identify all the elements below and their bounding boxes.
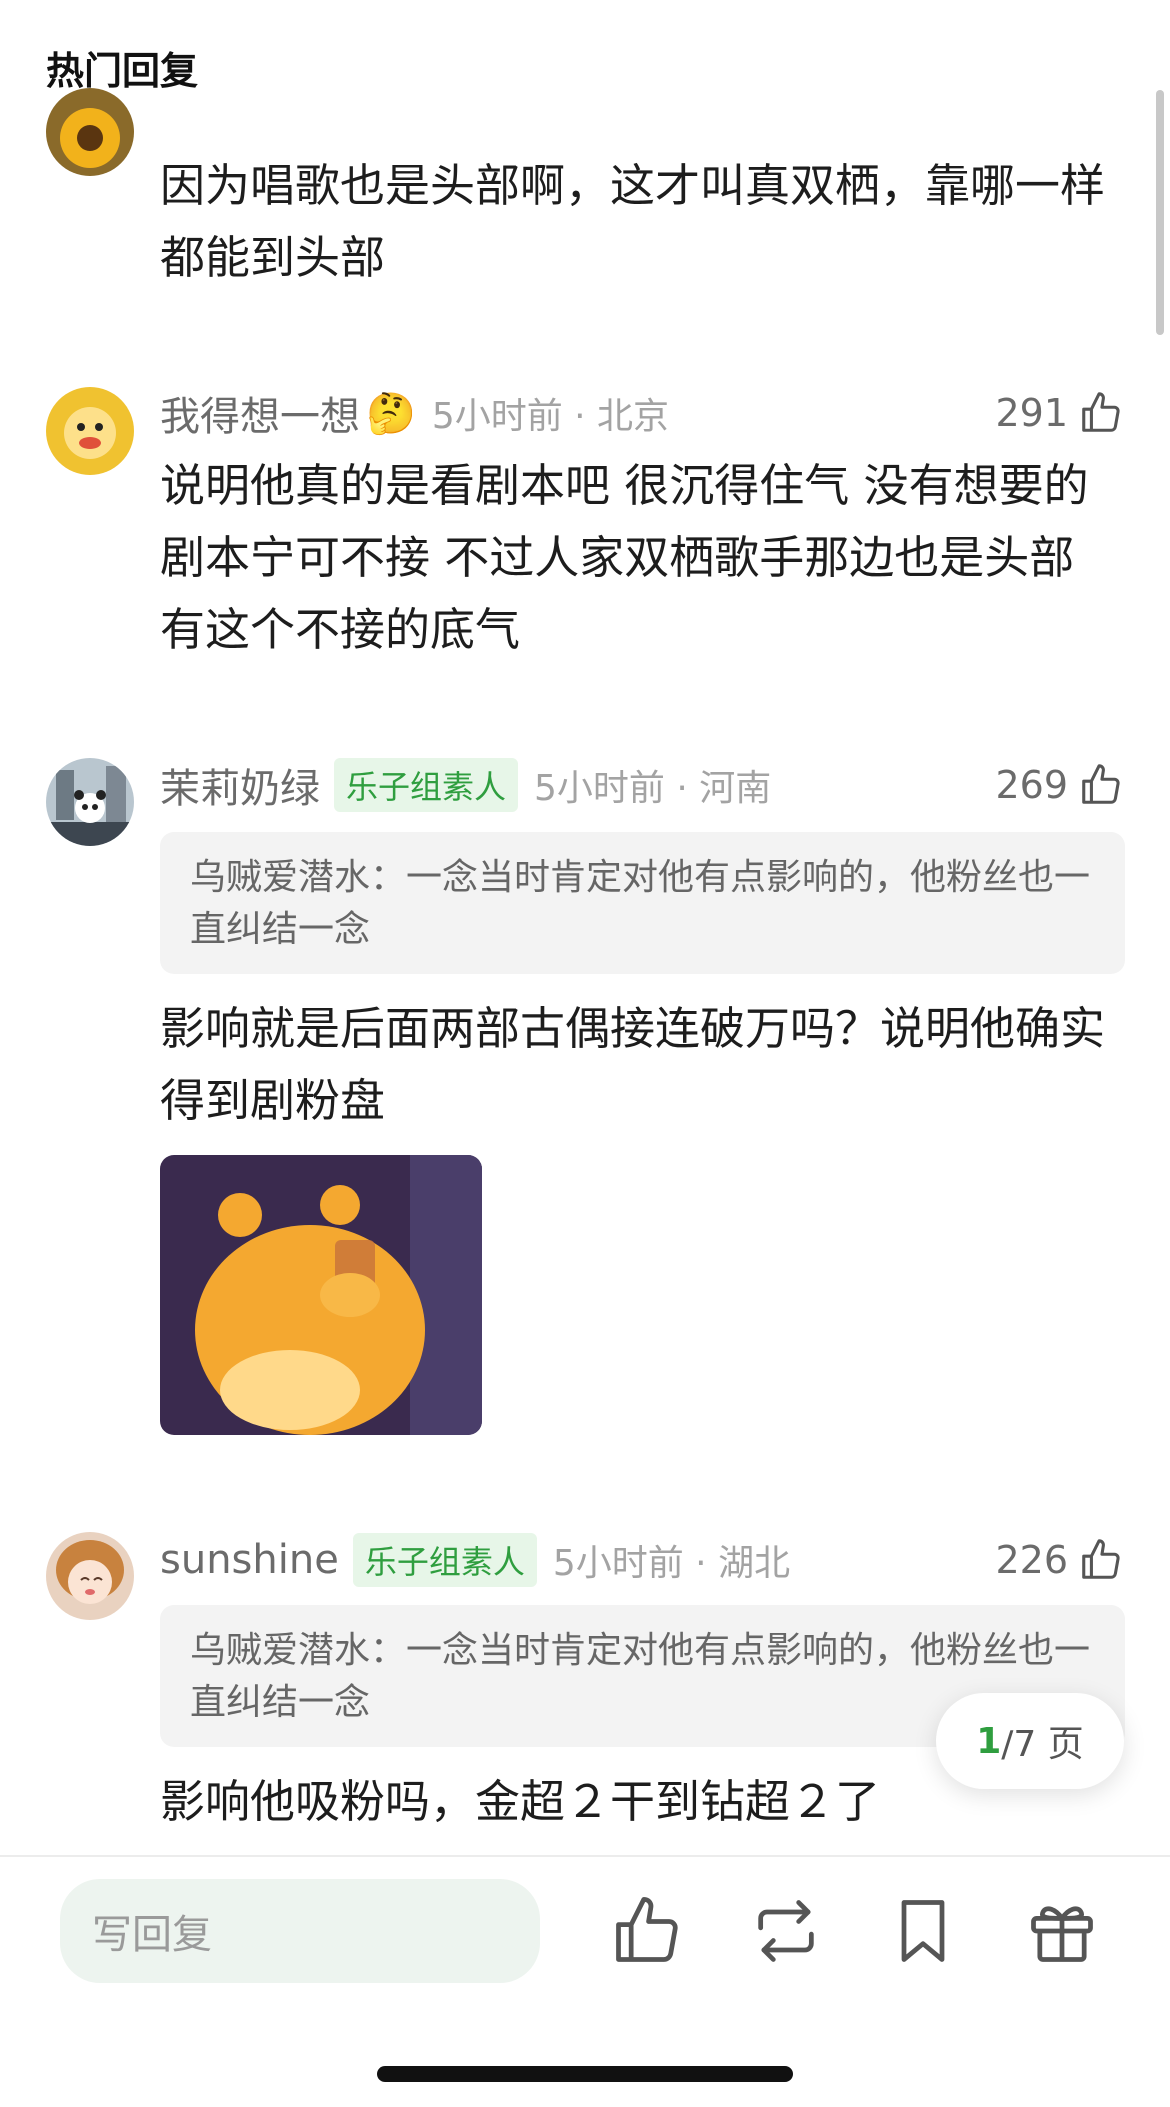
comment-text: 说明他真的是看剧本吧 很沉得住气 没有想要的剧本宁可不接 不过人家双栖歌手那边也… (160, 459, 1089, 656)
comment-time-location: 5小时前 · 河南 (534, 768, 772, 809)
total-pages: /7 页 (1001, 1724, 1084, 1765)
thumbs-up-icon[interactable] (609, 1893, 685, 1969)
bookmark-icon[interactable] (885, 1893, 961, 1969)
like-count: 226 (995, 1538, 1068, 1582)
section-title: 热门回复 (46, 49, 199, 93)
comment-text: 影响就是后面两部古偶接连破万吗？说明他确实得到剧粉盘 (160, 1002, 1106, 1127)
scrollbar[interactable] (1156, 90, 1164, 335)
gift-icon[interactable] (1024, 1893, 1100, 1969)
current-page: 1 (976, 1720, 1002, 1762)
like-button[interactable]: 226 (995, 1530, 1124, 1590)
thumbs-up-icon (1082, 764, 1120, 804)
user-badge[interactable]: 乐子组素人 (352, 1533, 537, 1587)
avatar-sunflower[interactable] (46, 88, 134, 176)
comment-time-location: 5小时前 · 湖北 (552, 1543, 791, 1584)
comment-meta: sunshine 乐子组素人 5小时前 · 湖北 (160, 1530, 790, 1590)
avatar-anime-girl[interactable] (46, 1532, 134, 1620)
like-button[interactable]: 269 (995, 755, 1124, 815)
like-button[interactable]: 291 (995, 383, 1124, 443)
username[interactable]: 茉莉奶绿 (160, 756, 320, 814)
username[interactable]: sunshine (160, 1537, 339, 1583)
thumbs-up-icon (1082, 392, 1120, 432)
repost-icon[interactable] (748, 1893, 824, 1969)
like-count: 291 (995, 391, 1068, 435)
avatar-duck[interactable] (46, 387, 134, 475)
reply-input[interactable]: 写回复 (60, 1879, 540, 1983)
thumbs-up-icon (1082, 1539, 1120, 1579)
thinking-emoji-icon: 🤔 (366, 390, 416, 437)
like-count: 269 (995, 763, 1068, 807)
comment-meta: 我得想一想 🤔 5小时前 · 北京 (160, 383, 669, 443)
username[interactable]: 我得想一想 (160, 384, 360, 442)
sticker-image[interactable] (160, 1155, 482, 1435)
comment-text: 因为唱歌也是头部啊，这才叫真双栖，靠哪一样都能到头部 (160, 159, 1106, 284)
comment-meta: 茉莉奶绿 乐子组素人 5小时前 · 河南 (160, 755, 771, 815)
home-indicator[interactable] (377, 2066, 793, 2082)
quoted-comment[interactable]: 乌贼爱潜水：一念当时肯定对他有点影响的，他粉丝也一直纠结一念 (160, 832, 1125, 974)
user-badge[interactable]: 乐子组素人 (334, 758, 519, 812)
page-indicator[interactable]: 1/7 页 (936, 1693, 1124, 1789)
avatar-panda[interactable] (46, 758, 134, 846)
comment-time-location: 5小时前 · 北京 (431, 396, 670, 437)
